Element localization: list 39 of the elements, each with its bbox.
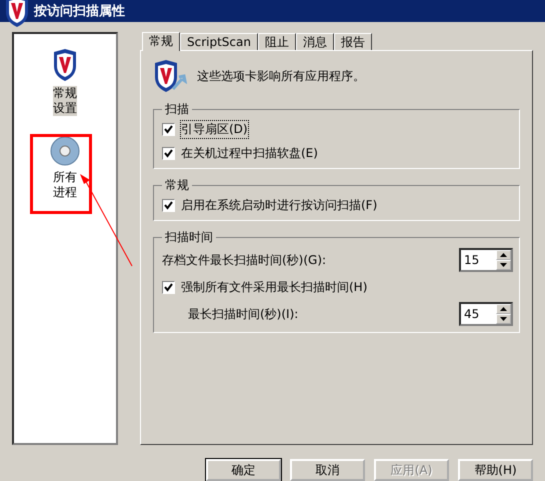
spinner-field[interactable]: 15	[459, 248, 513, 272]
down-arrow-icon	[500, 263, 507, 267]
dialog-button[interactable]: 帮助(H)	[458, 459, 533, 481]
spin-down-button[interactable]	[496, 314, 511, 324]
up-arrow-icon	[500, 253, 507, 257]
sidebar-item[interactable]: 常规设置	[53, 86, 77, 116]
checkbox[interactable]	[162, 122, 175, 136]
field-label: 存档文件最长扫描时间(秒)(G):	[162, 252, 326, 268]
checkbox-label: 在关机过程中扫描软盘(E)	[181, 144, 318, 162]
checkbox-label: 强制所有文件采用最长扫描时间(H)	[181, 278, 368, 296]
window-title: 按访问扫描属性	[34, 2, 125, 20]
group-title: 常规	[164, 177, 190, 194]
spinner-field[interactable]: 45	[459, 302, 513, 326]
shield-icon	[52, 48, 78, 82]
checkbox[interactable]	[162, 146, 175, 160]
checkbox[interactable]	[162, 280, 175, 294]
checkbox[interactable]	[162, 198, 175, 212]
dialog-button[interactable]: 取消	[290, 459, 365, 481]
field-label: 最长扫描时间(秒)(I):	[188, 306, 298, 322]
tab[interactable]: 消息	[296, 33, 334, 50]
group-title: 扫描	[164, 101, 190, 118]
sidebar-item[interactable]: 所有进程	[53, 170, 77, 200]
spin-up-button[interactable]	[496, 304, 511, 314]
tab[interactable]: 阻止	[258, 33, 296, 50]
intro-text: 这些选项卡影响所有应用程序。	[197, 68, 365, 84]
up-arrow-icon	[500, 307, 507, 311]
checkbox-label: 引导扇区(D)	[181, 120, 248, 138]
shield-wrench-icon	[153, 59, 187, 93]
tab[interactable]: ScriptScan	[180, 33, 258, 50]
spin-up-button[interactable]	[496, 250, 511, 260]
disc-icon	[50, 136, 80, 166]
spin-down-button[interactable]	[496, 260, 511, 270]
tab[interactable]: 报告	[334, 33, 372, 50]
shield-icon	[4, 0, 30, 28]
down-arrow-icon	[500, 317, 507, 321]
dialog-button[interactable]: 确定	[206, 459, 281, 481]
tab[interactable]: 常规	[142, 32, 180, 51]
group-title: 扫描时间	[164, 229, 214, 246]
checkbox-label: 启用在系统启动时进行按访问扫描(F)	[181, 196, 378, 214]
